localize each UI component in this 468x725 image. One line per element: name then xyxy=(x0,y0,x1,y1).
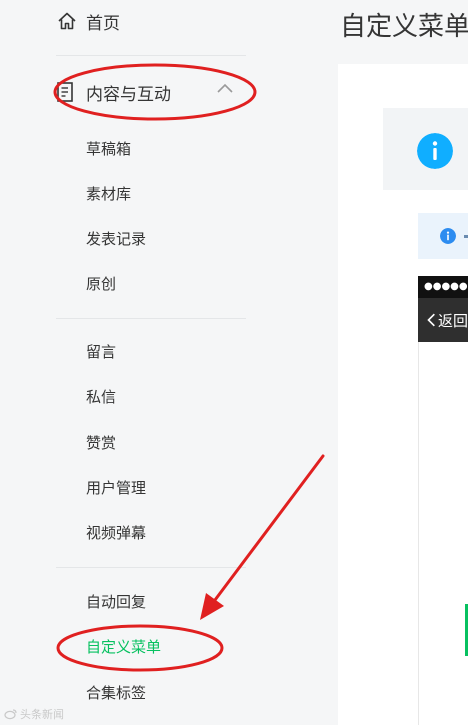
weibo-icon xyxy=(4,709,17,720)
sidebar-item-material-library[interactable]: 素材库 xyxy=(86,183,131,205)
sidebar-item-collection-tags[interactable]: 合集标签 xyxy=(86,682,146,704)
sidebar-item-messages[interactable]: 私信 xyxy=(86,386,116,408)
phone-back-label: 返回 xyxy=(437,311,468,330)
sidebar-item-original[interactable]: 原创 xyxy=(86,273,116,295)
sidebar-item-drafts[interactable]: 草稿箱 xyxy=(86,138,131,160)
sidebar-section-label: 内容与互动 xyxy=(86,84,171,105)
document-icon xyxy=(57,82,73,102)
info-icon xyxy=(440,228,456,244)
sidebar-item-rewards[interactable]: 赞赏 xyxy=(86,432,116,454)
sidebar-divider xyxy=(56,318,246,319)
watermark-text: 头条新闻 xyxy=(20,708,64,721)
sidebar-item-home[interactable]: 首页 xyxy=(56,8,120,34)
phone-nav-bar: 返回 xyxy=(418,298,468,342)
sidebar-divider xyxy=(56,567,246,568)
sidebar-item-label: 首页 xyxy=(86,13,120,34)
sidebar-section-content-interaction[interactable]: 内容与互动 xyxy=(56,78,233,106)
sidebar-divider xyxy=(56,55,246,56)
sidebar-item-publish-records[interactable]: 发表记录 xyxy=(86,228,146,250)
sidebar: 首页 内容与互动 草稿箱 素材库 发表记录 原创 留言 私信 赞赏 用户管理 视… xyxy=(0,0,270,725)
sidebar-item-custom-menu[interactable]: 自定义菜单 xyxy=(86,636,161,658)
sidebar-item-auto-reply[interactable]: 自动回复 xyxy=(86,591,146,613)
phone-status-bar: ●●●●● W xyxy=(418,276,468,298)
chevron-up-icon[interactable] xyxy=(216,82,234,96)
sidebar-item-video-danmaku[interactable]: 视频弹幕 xyxy=(86,522,146,544)
sidebar-item-comments[interactable]: 留言 xyxy=(86,341,116,363)
info-icon xyxy=(417,133,453,169)
watermark: 头条新闻 xyxy=(4,706,64,722)
home-icon xyxy=(58,12,76,30)
tip-text-fragment xyxy=(464,235,468,238)
page-title: 自定义菜单 xyxy=(340,12,468,42)
sidebar-item-user-management[interactable]: 用户管理 xyxy=(86,477,146,499)
chevron-left-icon xyxy=(427,313,435,327)
phone-preview xyxy=(418,276,468,725)
